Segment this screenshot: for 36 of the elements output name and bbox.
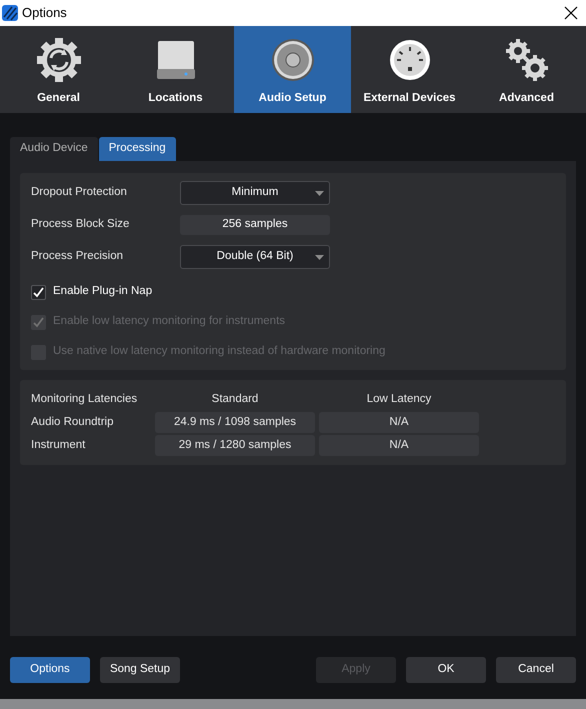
subtab[interactable]: Processing xyxy=(98,137,176,161)
setting-label: Dropout Protection xyxy=(31,185,128,200)
dialog-button[interactable]: Cancel xyxy=(496,657,576,683)
category-tab[interactable]: Audio Setup xyxy=(234,26,351,113)
close-icon xyxy=(564,6,578,20)
window-title: Options xyxy=(22,4,67,22)
checkbox-label: Use native low latency monitoring instead of hardware monitoring xyxy=(53,344,386,360)
checkbox-label: Enable low latency monitoring for instruments xyxy=(53,314,286,330)
checkbox-label: Enable Plug-in Nap xyxy=(53,284,152,300)
checkbox[interactable] xyxy=(31,284,46,300)
gear-icon xyxy=(36,37,82,83)
subtab[interactable]: Audio Device xyxy=(10,137,98,161)
setting-label: Process Precision xyxy=(31,249,124,264)
latency-value: 29 ms / 1280 samples xyxy=(155,435,315,456)
app-logo-icon xyxy=(2,5,18,21)
setting-label: Process Block Size xyxy=(31,217,130,232)
caret-icon xyxy=(315,191,324,196)
latency-value: 24.9 ms / 1098 samples xyxy=(155,412,315,433)
speaker-icon xyxy=(270,38,314,82)
caret-icon xyxy=(315,255,324,260)
dialog-button[interactable]: Options xyxy=(10,657,90,683)
column-header: Low Latency xyxy=(366,392,432,408)
connector-icon xyxy=(388,39,430,81)
gears-icon xyxy=(504,38,548,82)
dialog-button[interactable]: Song Setup xyxy=(100,657,180,683)
row-label: Audio Roundtrip xyxy=(31,414,114,430)
column-header: Standard xyxy=(210,392,260,408)
row-label: Instrument xyxy=(31,438,86,453)
drive-icon xyxy=(156,39,196,81)
dropdown[interactable]: Minimum xyxy=(180,181,330,205)
latency-value: N/A xyxy=(319,435,479,456)
dialog-button[interactable]: OK xyxy=(406,657,486,683)
dropdown[interactable]: Double (64 Bit) xyxy=(180,245,330,269)
latency-value: N/A xyxy=(319,412,479,433)
column-header: Monitoring Latencies xyxy=(31,392,138,408)
value-readout: 256 samples xyxy=(180,215,330,235)
